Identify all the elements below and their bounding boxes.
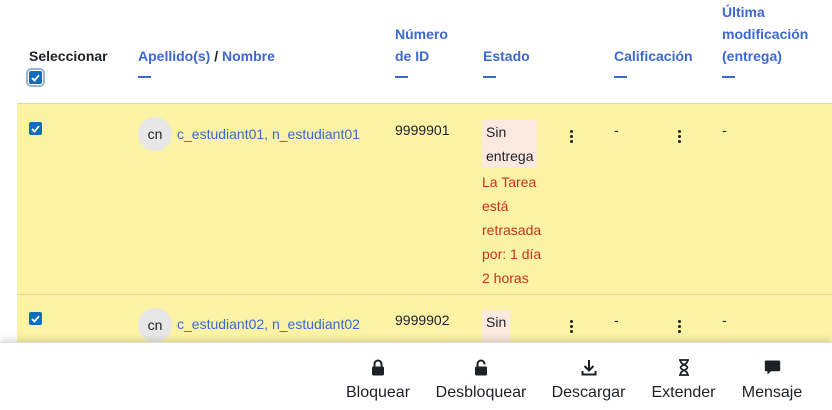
unlock-button[interactable]: Desbloquear	[436, 343, 526, 410]
student-name-link[interactable]: c_estudiant01, n_estudiant01	[177, 123, 360, 145]
download-icon	[581, 358, 597, 376]
row-select-checkbox[interactable]	[29, 312, 42, 325]
id-number: 9999901	[395, 122, 450, 138]
extend-button[interactable]: Extender	[651, 343, 716, 410]
message-icon	[764, 358, 781, 376]
grade-header[interactable]: Calificación	[614, 45, 693, 78]
grade-actions-kebab-icon[interactable]	[678, 130, 682, 145]
status-header[interactable]: Estado	[483, 45, 530, 78]
id-number: 9999902	[395, 312, 450, 328]
grade-value: -	[614, 312, 619, 328]
sort-lastname-link[interactable]: Apellido(s)	[138, 48, 210, 64]
column-collapse-icon[interactable]	[395, 76, 408, 78]
modified-header[interactable]: Última modificación (entrega)	[722, 1, 808, 78]
download-button[interactable]: Descargar	[551, 343, 626, 410]
table-row: cn c_estudiant01, n_estudiant01 9999901 …	[17, 103, 832, 295]
column-collapse-icon[interactable]	[483, 76, 496, 78]
status-actions-kebab-icon[interactable]	[570, 320, 574, 335]
idnumber-header[interactable]: Número de ID	[395, 23, 448, 78]
avatar[interactable]: cn	[138, 117, 172, 151]
bulk-actions-toolbar: Bloquear Desbloquear Descargar Extender …	[0, 342, 832, 410]
modified-value: -	[722, 122, 727, 138]
hourglass-icon	[678, 358, 690, 376]
select-header: Seleccionar	[29, 48, 108, 64]
grade-actions-kebab-icon[interactable]	[678, 320, 682, 335]
column-collapse-icon[interactable]	[722, 76, 735, 78]
student-name-link[interactable]: c_estudiant02, n_estudiant02	[177, 313, 360, 335]
column-collapse-icon[interactable]	[138, 76, 151, 78]
select-all-checkbox[interactable]	[26, 68, 45, 87]
row-select-checkbox[interactable]	[29, 122, 42, 135]
status-actions-kebab-icon[interactable]	[570, 130, 574, 145]
column-collapse-icon[interactable]	[614, 76, 627, 78]
modified-value: -	[722, 312, 727, 328]
lock-button[interactable]: Bloquear	[346, 343, 410, 410]
message-button[interactable]: Mensaje	[741, 343, 803, 410]
sort-firstname-link[interactable]: Nombre	[222, 48, 275, 64]
name-header: Apellido(s) / Nombre	[138, 45, 275, 78]
lock-icon	[371, 358, 385, 376]
name-separator: /	[214, 48, 219, 64]
status-badge: Sin entrega	[482, 120, 538, 168]
avatar[interactable]: cn	[138, 308, 172, 342]
grade-value: -	[614, 122, 619, 138]
unlock-icon	[474, 358, 488, 376]
late-notice: La Tarea está retrasada por: 1 día 2 hor…	[482, 174, 542, 286]
